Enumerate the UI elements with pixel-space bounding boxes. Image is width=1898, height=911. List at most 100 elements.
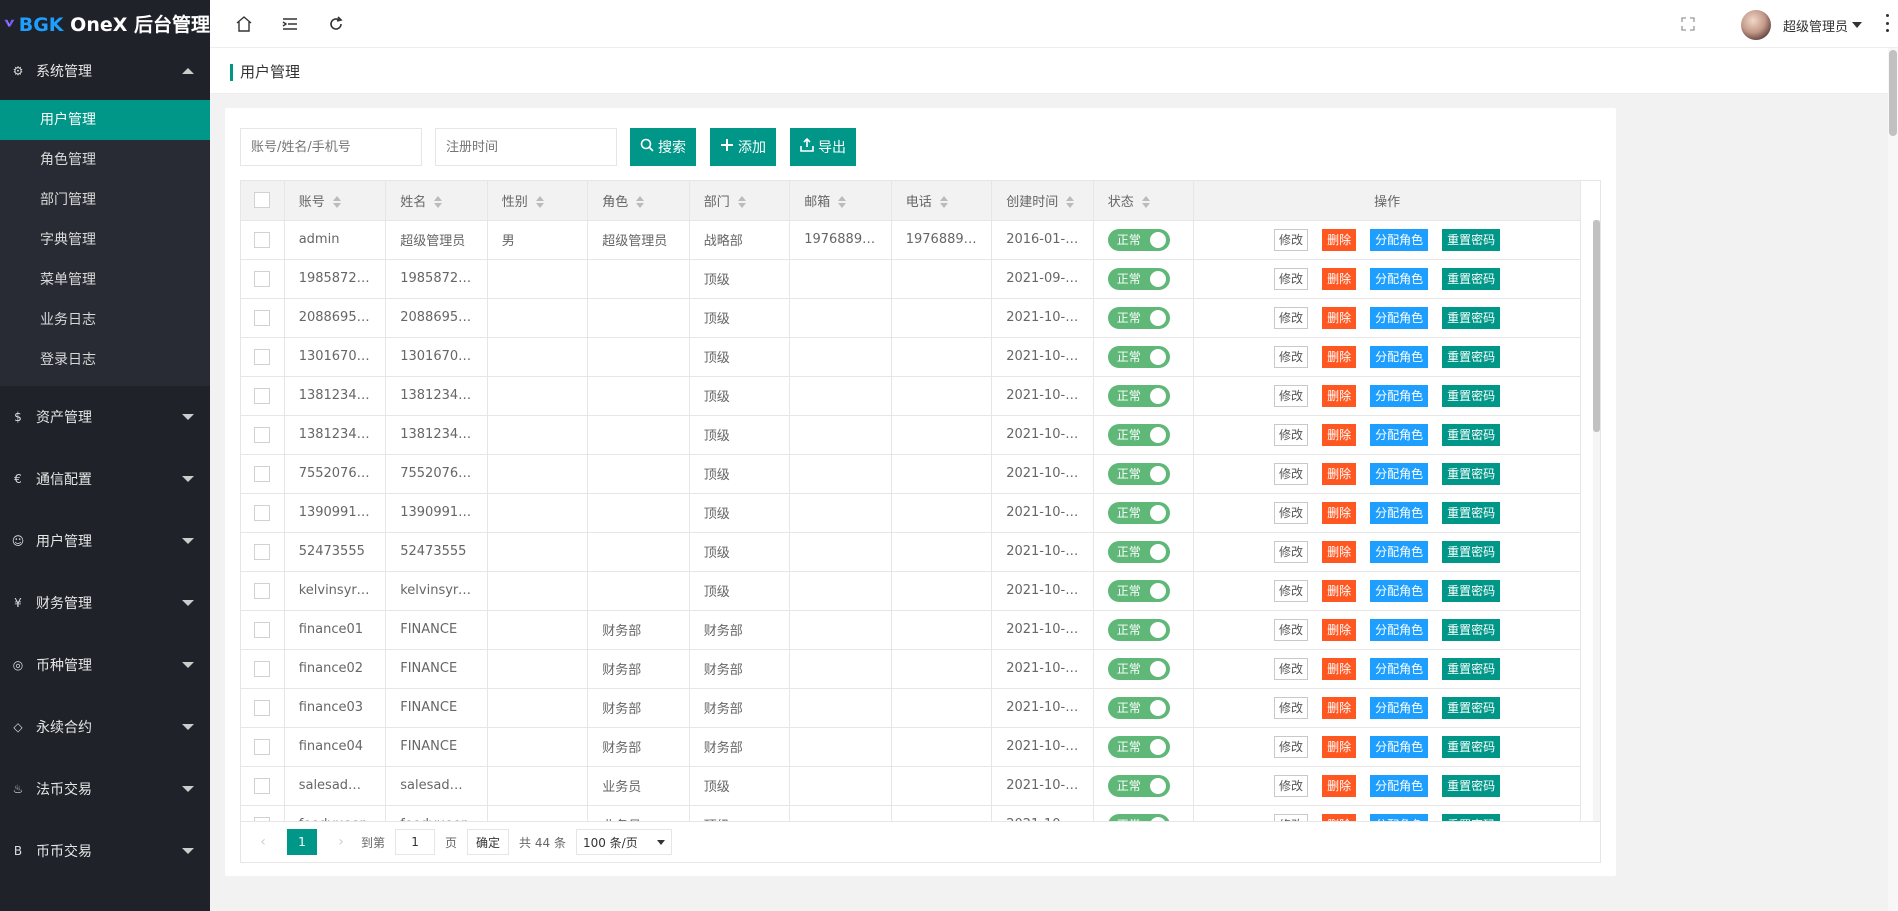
sidebar-sub-item[interactable]: 部门管理 (0, 180, 210, 220)
edit-button[interactable]: 修改 (1274, 618, 1309, 641)
delete-button[interactable]: 删除 (1322, 423, 1357, 446)
more-vertical-icon[interactable] (1886, 14, 1890, 32)
delete-button[interactable]: 删除 (1322, 462, 1357, 485)
reset-password-button[interactable]: 重置密码 (1442, 228, 1501, 251)
assign-role-button[interactable]: 分配角色 (1370, 384, 1429, 407)
assign-role-button[interactable]: 分配角色 (1370, 462, 1429, 485)
reset-password-button[interactable]: 重置密码 (1442, 384, 1501, 407)
edit-button[interactable]: 修改 (1274, 696, 1309, 719)
edit-button[interactable]: 修改 (1274, 228, 1309, 251)
sort-icon[interactable] (737, 196, 746, 209)
column-header[interactable]: 电话 (891, 181, 993, 221)
row-checkbox[interactable] (254, 270, 271, 287)
column-header[interactable]: 部门 (689, 181, 791, 221)
next-page-icon[interactable]: › (331, 834, 351, 850)
column-header[interactable]: 状态 (1093, 181, 1195, 221)
reset-password-button[interactable]: 重置密码 (1442, 345, 1501, 368)
reset-password-button[interactable]: 重置密码 (1442, 267, 1501, 290)
edit-button[interactable]: 修改 (1274, 735, 1309, 758)
sort-icon[interactable] (838, 196, 847, 209)
row-checkbox[interactable] (254, 465, 271, 482)
sidebar-group-8[interactable]: B 币币交易 (0, 820, 210, 882)
delete-button[interactable]: 删除 (1322, 579, 1357, 602)
reset-password-button[interactable]: 重置密码 (1442, 774, 1501, 797)
row-checkbox[interactable] (254, 660, 271, 677)
column-header[interactable]: 创建时间 (991, 181, 1094, 221)
delete-button[interactable]: 删除 (1322, 813, 1357, 821)
status-toggle[interactable]: 正常 (1107, 462, 1170, 485)
delete-button[interactable]: 删除 (1322, 657, 1357, 680)
confirm-page-button[interactable]: 确定 (467, 829, 510, 855)
home-icon[interactable] (232, 12, 256, 36)
delete-button[interactable]: 删除 (1322, 228, 1357, 251)
sort-icon[interactable] (1141, 196, 1150, 209)
row-checkbox[interactable] (254, 231, 271, 248)
edit-button[interactable]: 修改 (1274, 813, 1309, 821)
sidebar-sub-item[interactable]: 业务日志 (0, 300, 210, 340)
reset-password-button[interactable]: 重置密码 (1442, 657, 1501, 680)
page-scrollbar-thumb[interactable] (1889, 50, 1897, 136)
sort-icon[interactable] (636, 196, 645, 209)
delete-button[interactable]: 删除 (1322, 306, 1357, 329)
assign-role-button[interactable]: 分配角色 (1370, 501, 1429, 524)
edit-button[interactable]: 修改 (1274, 345, 1309, 368)
reset-password-button[interactable]: 重置密码 (1442, 540, 1501, 563)
reset-password-button[interactable]: 重置密码 (1442, 462, 1501, 485)
assign-role-button[interactable]: 分配角色 (1370, 345, 1429, 368)
register-date-input[interactable] (435, 128, 617, 166)
sort-icon[interactable] (939, 196, 948, 209)
page-size-select[interactable]: 100 条/页 (575, 829, 672, 855)
row-checkbox[interactable] (254, 309, 271, 326)
page-number-input[interactable]: 1 (395, 829, 436, 855)
column-header[interactable]: 邮箱 (789, 181, 892, 221)
sidebar-group-2[interactable]: € 通信配置 (0, 448, 210, 510)
row-checkbox[interactable] (254, 426, 271, 443)
status-toggle[interactable]: 正常 (1107, 579, 1170, 602)
edit-button[interactable]: 修改 (1274, 774, 1309, 797)
status-toggle[interactable]: 正常 (1107, 228, 1170, 251)
edit-button[interactable]: 修改 (1274, 501, 1309, 524)
sidebar-group-5[interactable]: ◎ 币种管理 (0, 634, 210, 696)
assign-role-button[interactable]: 分配角色 (1370, 618, 1429, 641)
sidebar-sub-item[interactable]: 角色管理 (0, 140, 210, 180)
delete-button[interactable]: 删除 (1322, 345, 1357, 368)
assign-role-button[interactable]: 分配角色 (1370, 696, 1429, 719)
search-button[interactable]: 搜索 (630, 128, 696, 166)
edit-button[interactable]: 修改 (1274, 579, 1309, 602)
sidebar-group-6[interactable]: ◇ 永续合约 (0, 696, 210, 758)
fullscreen-icon[interactable] (1676, 12, 1700, 36)
sidebar-sub-item[interactable]: 用户管理 (0, 100, 210, 140)
assign-role-button[interactable]: 分配角色 (1370, 774, 1429, 797)
sidebar-sub-item[interactable]: 登录日志 (0, 340, 210, 380)
row-checkbox[interactable] (254, 387, 271, 404)
status-toggle[interactable]: 正常 (1107, 657, 1170, 680)
delete-button[interactable]: 删除 (1322, 774, 1357, 797)
assign-role-button[interactable]: 分配角色 (1370, 813, 1429, 821)
reset-password-button[interactable]: 重置密码 (1442, 696, 1501, 719)
table-scrollbar[interactable] (1593, 220, 1600, 821)
delete-button[interactable]: 删除 (1322, 735, 1357, 758)
status-toggle[interactable]: 正常 (1107, 501, 1170, 524)
status-toggle[interactable]: 正常 (1107, 696, 1170, 719)
assign-role-button[interactable]: 分配角色 (1370, 657, 1429, 680)
search-input[interactable] (240, 128, 422, 166)
menu-toggle-icon[interactable] (278, 12, 302, 36)
row-checkbox[interactable] (254, 777, 271, 794)
reset-password-button[interactable]: 重置密码 (1442, 579, 1501, 602)
row-checkbox[interactable] (254, 504, 271, 521)
assign-role-button[interactable]: 分配角色 (1370, 579, 1429, 602)
delete-button[interactable]: 删除 (1322, 501, 1357, 524)
sidebar-sub-item[interactable]: 菜单管理 (0, 260, 210, 300)
status-toggle[interactable]: 正常 (1107, 345, 1170, 368)
delete-button[interactable]: 删除 (1322, 696, 1357, 719)
row-checkbox[interactable] (254, 699, 271, 716)
row-checkbox[interactable] (254, 543, 271, 560)
edit-button[interactable]: 修改 (1274, 306, 1309, 329)
sort-icon[interactable] (332, 196, 341, 209)
column-header[interactable]: 角色 (587, 181, 690, 221)
row-checkbox[interactable] (254, 348, 271, 365)
add-button[interactable]: 添加 (710, 128, 776, 166)
sidebar-group-3[interactable]: ☺ 用户管理 (0, 510, 210, 572)
sort-icon[interactable] (434, 196, 443, 209)
reset-password-button[interactable]: 重置密码 (1442, 735, 1501, 758)
